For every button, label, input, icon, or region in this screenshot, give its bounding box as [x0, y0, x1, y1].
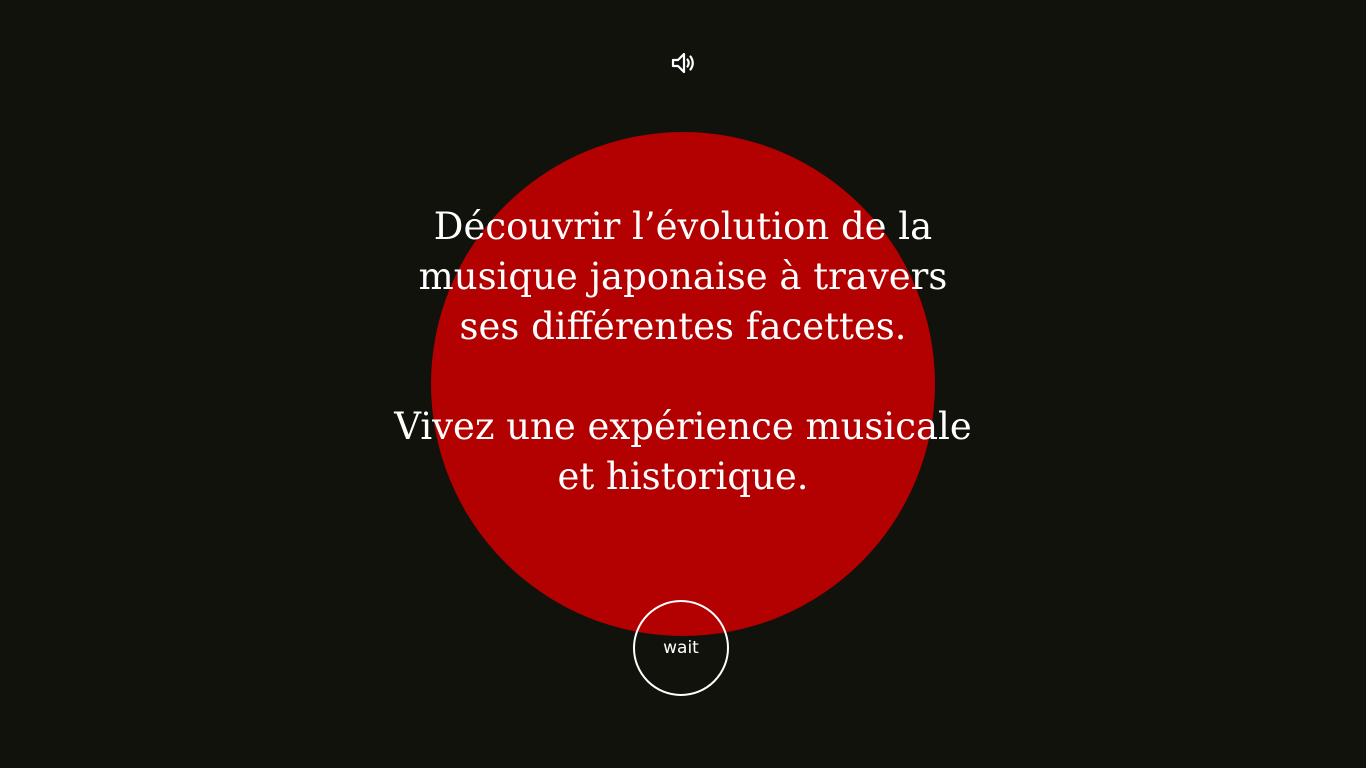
intro-line: Vivez une expérience musicale — [394, 405, 972, 448]
intro-line: et historique. — [557, 455, 809, 498]
intro-text: Découvrir l’évolution de la musique japo… — [333, 202, 1033, 502]
intro-line: musique japonaise à travers — [418, 255, 948, 298]
intro-line: Découvrir l’évolution de la — [433, 205, 933, 248]
speaker-volume-icon — [671, 52, 694, 74]
wait-button[interactable]: wait — [633, 600, 729, 696]
intro-screen: Découvrir l’évolution de la musique japo… — [0, 0, 1366, 768]
sound-toggle-button[interactable] — [667, 48, 699, 78]
intro-line: ses différentes facettes. — [459, 305, 907, 348]
